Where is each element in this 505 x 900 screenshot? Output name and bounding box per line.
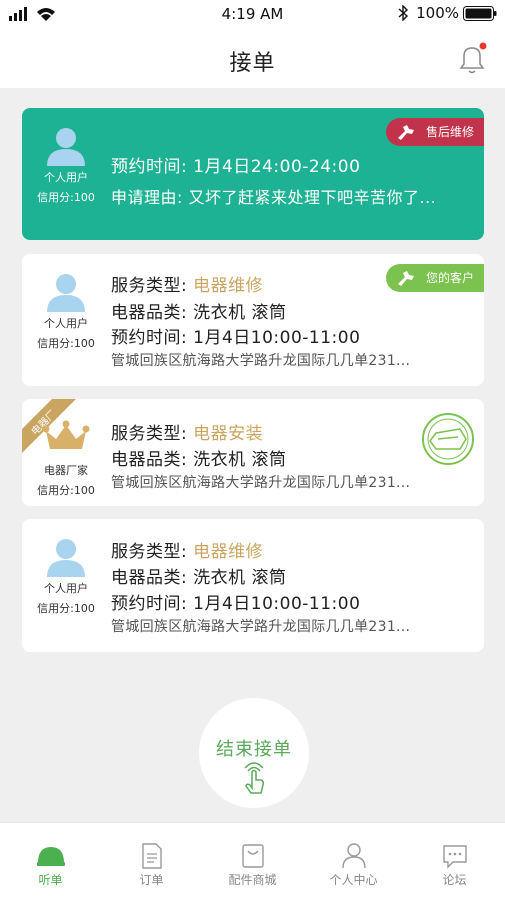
crown-icon (42, 420, 90, 449)
user-type: 电器厂家 (44, 464, 88, 477)
nav-label: 论坛 (442, 873, 467, 887)
appliance-category: 电器品类: 洗衣机 滚筒 (111, 303, 287, 323)
user-type: 个人用户 (44, 317, 88, 330)
credit-score: 信用分:100 (37, 484, 95, 497)
nav-label: 个人中心 (329, 873, 378, 887)
credit-score: 信用分:100 (37, 602, 95, 615)
bluetooth-icon (398, 5, 409, 21)
appointment-time: 预约时间: 1月4日10:00-11:00 (111, 328, 361, 348)
user-avatar-icon (47, 128, 85, 166)
service-type: 服务类型: 电器维修 (111, 276, 264, 296)
nav-label: 配件商城 (228, 873, 277, 887)
nav-item-parts-mall[interactable]: 配件商城 (202, 823, 303, 900)
helmet-icon (37, 847, 65, 866)
page-header: 接单 (0, 28, 505, 88)
status-bar: 4:19 AM 100% (0, 0, 505, 28)
person-icon (342, 843, 366, 869)
appliance-category: 电器品类: 洗衣机 滚筒 (111, 568, 287, 588)
tap-hand-icon (244, 762, 264, 794)
order-card-after-sales[interactable]: 个人用户 信用分:100 售后维修 预约时间: 1月4日24:00-24:00 … (22, 108, 484, 240)
stamp-icon (422, 413, 474, 465)
service-type: 服务类型: 电器安装 (111, 424, 264, 444)
wrench-icon (397, 271, 414, 286)
bottom-nav: 听单 订单 配件商城 个人中心 论坛 (0, 822, 505, 900)
appointment-time: 预约时间: 1月4日24:00-24:00 (111, 157, 361, 177)
order-card-customer[interactable]: 个人用户 信用分:100 您的客户 服务类型: 电器维修 电器品类: 洗衣机 滚… (22, 254, 484, 386)
nav-item-listen[interactable]: 听单 (0, 823, 101, 900)
wrench-icon (397, 125, 414, 140)
user-type: 个人用户 (44, 582, 88, 595)
credit-score: 信用分:100 (37, 191, 95, 204)
appointment-time: 预约时间: 1月4日10:00-11:00 (111, 594, 361, 614)
battery-icon (463, 6, 497, 21)
document-icon (142, 843, 162, 869)
end-accepting-orders-button[interactable]: 结束接单 (199, 698, 309, 808)
user-avatar-icon (47, 539, 85, 577)
battery-percent: 100% (416, 4, 459, 22)
shopping-bag-icon (242, 844, 264, 868)
credit-score: 信用分:100 (37, 337, 95, 350)
user-avatar-icon (47, 274, 85, 312)
notification-bell-icon[interactable] (456, 42, 488, 76)
after-sales-tag: 售后维修 (385, 118, 484, 146)
chat-icon (443, 845, 467, 869)
appliance-category: 电器品类: 洗衣机 滚筒 (111, 450, 287, 470)
tag-label: 售后维修 (425, 125, 474, 139)
nav-label: 听单 (38, 873, 63, 887)
page-title: 接单 (229, 51, 276, 76)
your-customer-tag: 您的客户 (385, 264, 484, 292)
request-reason: 申请理由: 又坏了赶紧来处理下吧辛苦你了... (111, 188, 437, 207)
order-card-manufacturer[interactable]: 电器厂 电器厂家 信用分:100 服务类型: 电器安装 电器品类: 洗衣机 滚筒… (22, 399, 484, 506)
address: 管城回族区航海路大学路升龙国际几几单231... (111, 475, 411, 491)
service-type: 服务类型: 电器维修 (111, 542, 264, 562)
nav-item-orders[interactable]: 订单 (101, 823, 202, 900)
tag-label: 您的客户 (425, 271, 474, 285)
address: 管城回族区航海路大学路升龙国际几几单231... (111, 353, 411, 369)
nav-item-profile[interactable]: 个人中心 (303, 823, 404, 900)
address: 管城回族区航海路大学路升龙国际几几单231... (111, 619, 411, 635)
user-type: 个人用户 (44, 171, 88, 184)
nav-item-forum[interactable]: 论坛 (404, 823, 505, 900)
nav-label: 订单 (139, 873, 164, 887)
order-card-personal[interactable]: 个人用户 信用分:100 服务类型: 电器维修 电器品类: 洗衣机 滚筒 预约时… (22, 519, 484, 652)
